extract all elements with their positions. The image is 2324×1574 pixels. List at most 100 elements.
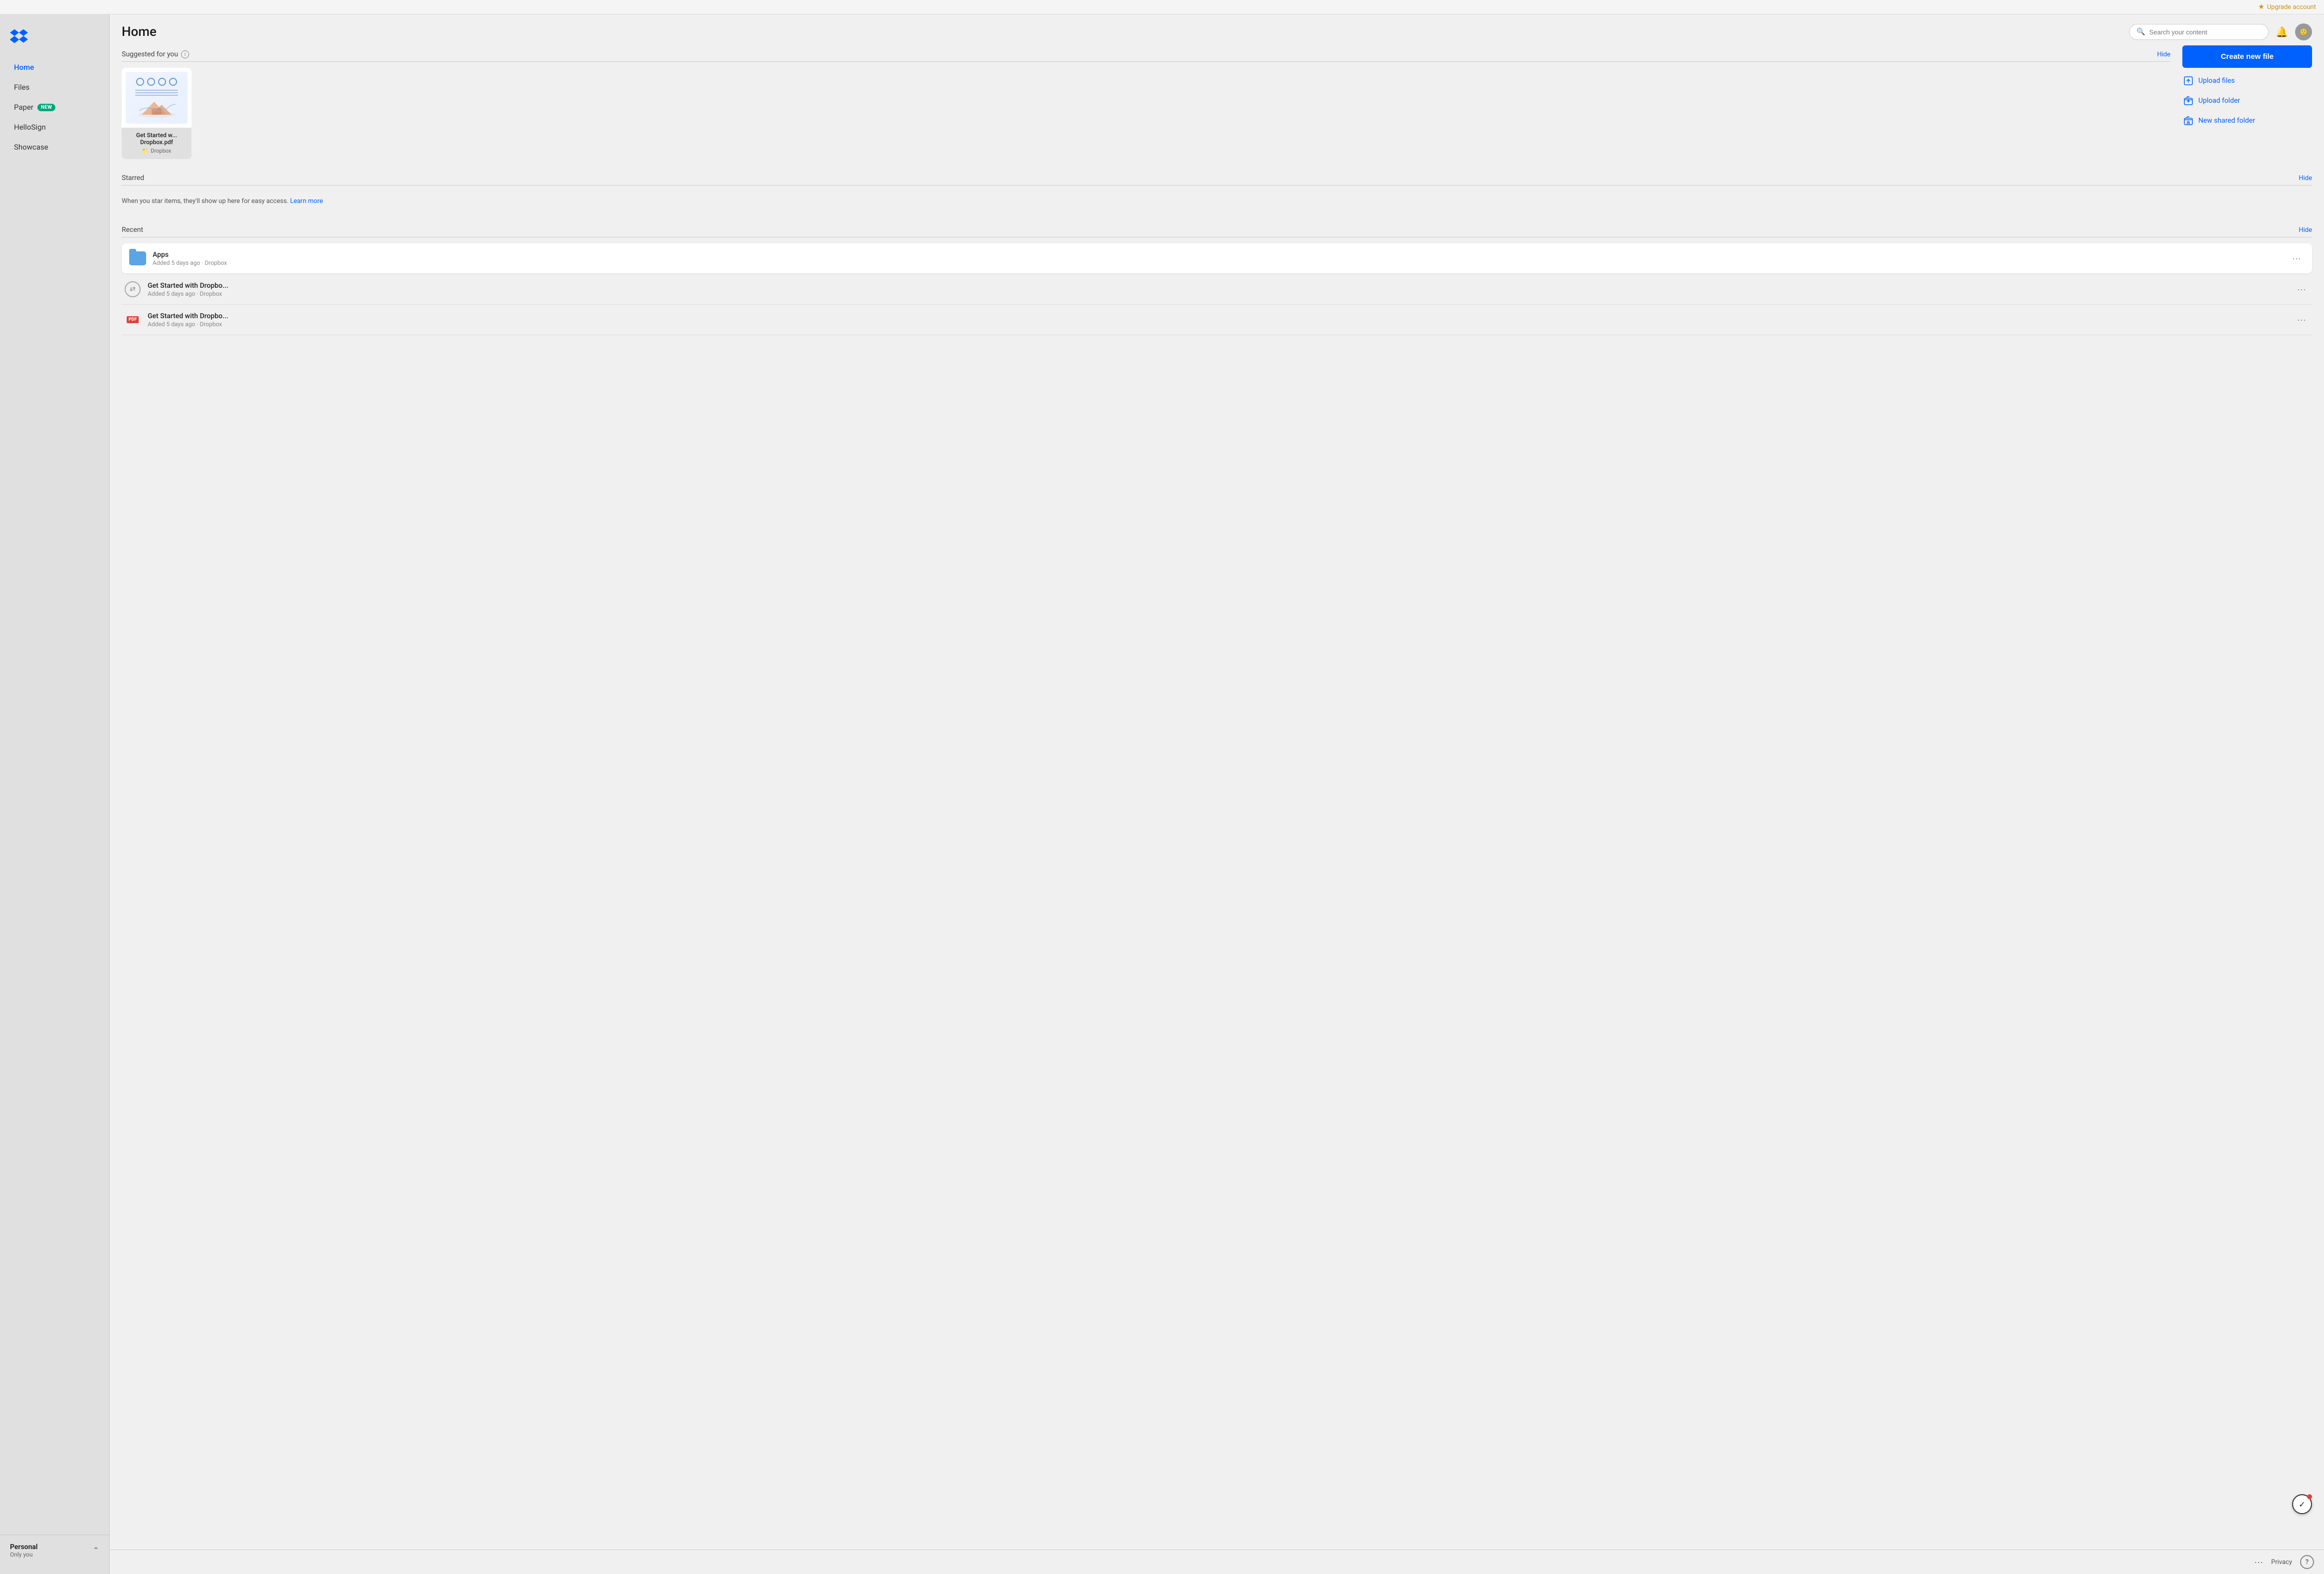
star-icon: ★ [2258,3,2265,11]
footer: ··· Privacy ? [110,1550,2324,1574]
recent-hide-link[interactable]: Hide [2299,226,2312,234]
recent-title-text: Recent [122,226,143,234]
footer-privacy-label: Privacy [2271,1559,2292,1566]
footer-help-label: ? [2306,1559,2309,1566]
recent-icon-folder [129,249,147,267]
thumb-dots [136,78,177,86]
recent-list: Apps Added 5 days ago · Dropbox ··· ⇄ Ge… [122,243,2312,335]
sidebar-account-sub: Only you [10,1551,38,1558]
starred-empty-text: When you star items, they'll show up her… [122,192,2312,211]
action-panel: Create new file Upload files [2182,45,2312,128]
sidebar-item-home[interactable]: Home [4,58,105,77]
recent-name-apps: Apps [153,251,2288,259]
sidebar-hellosign-label: HelloSign [14,123,46,132]
avatar-initials: 🙂 [2300,28,2308,35]
suggested-content: Get Started w... Dropbox.pdf 📁 Dropbox [122,68,2170,159]
sidebar-account-title: Personal [10,1543,38,1551]
upgrade-link[interactable]: ★ Upgrade account [2258,3,2316,11]
recent-more-apps[interactable]: ··· [2288,251,2305,266]
sidebar-bottom: Personal Only you ⌃ [0,1535,109,1566]
thumb-dot-4 [169,78,177,86]
sidebar-item-showcase[interactable]: Showcase [4,138,105,157]
starred-empty-message: When you star items, they'll show up her… [122,197,288,205]
check-notification-dot [2307,1494,2312,1499]
sidebar-bottom-controls: Personal Only you ⌃ [10,1543,99,1558]
create-new-file-button[interactable]: Create new file [2182,45,2312,68]
thumb-line-1 [135,90,178,91]
search-input[interactable] [2149,28,2262,36]
link-icon: ⇄ [125,281,141,297]
starred-title-text: Starred [122,174,144,182]
starred-hide-link[interactable]: Hide [2299,175,2312,182]
recent-more-link[interactable]: ··· [2293,282,2310,297]
floating-check-button[interactable]: ✓ [2292,1494,2312,1514]
sidebar-paper-label: Paper [14,103,33,112]
upload-folder-link[interactable]: Upload folder [2182,94,2312,108]
file-location-text: Dropbox [151,148,171,154]
info-icon: i [181,50,189,58]
avatar[interactable]: 🙂 [2295,23,2312,40]
search-icon: 🔍 [2136,28,2145,36]
recent-more-pdf[interactable]: ··· [2293,313,2310,327]
recent-sub-link: Added 5 days ago · Dropbox [148,290,2293,297]
folder-icon [129,251,146,265]
file-thumb-inner [126,72,188,124]
new-shared-folder-link[interactable]: New shared folder [2182,114,2312,128]
thumb-line-2 [135,92,178,93]
suggested-file-card[interactable]: Get Started w... Dropbox.pdf 📁 Dropbox [122,68,192,159]
file-name: Get Started w... Dropbox.pdf [127,132,187,146]
recent-sub-apps: Added 5 days ago · Dropbox [153,259,2288,266]
new-shared-folder-icon [2183,116,2193,126]
content-body: Suggested for you i Hide [110,45,2324,1550]
recent-item-pdf[interactable]: PDF Get Started with Dropbo... Added 5 d… [122,305,2312,335]
suggested-left: Suggested for you i Hide [122,45,2170,159]
upload-files-label: Upload files [2198,77,2235,85]
search-bar[interactable]: 🔍 [2129,24,2269,40]
suggested-header: Suggested for you i Hide [122,45,2170,62]
recent-item-link[interactable]: ⇄ Get Started with Dropbo... Added 5 day… [122,274,2312,305]
recent-header: Recent Hide [122,221,2312,237]
top-bar: ★ Upgrade account [0,0,2324,14]
learn-more-link[interactable]: Learn more [290,197,323,205]
thumb-dot-3 [158,78,166,86]
file-info: Get Started w... Dropbox.pdf 📁 Dropbox [122,128,192,159]
sidebar-item-files[interactable]: Files [4,78,105,97]
dropbox-logo-icon [10,27,28,45]
upload-folder-label: Upload folder [2198,97,2240,105]
footer-more-button[interactable]: ··· [2254,1557,2263,1568]
sidebar-item-hellosign[interactable]: HelloSign [4,118,105,137]
sidebar-account-info: Personal Only you [10,1543,38,1558]
thumb-dot-2 [147,78,155,86]
recent-meta-link: Get Started with Dropbo... Added 5 days … [148,282,2293,297]
recent-item-apps[interactable]: Apps Added 5 days ago · Dropbox ··· [122,243,2312,273]
thumb-lines [135,90,178,96]
page-title: Home [122,24,157,39]
file-location: 📁 Dropbox [127,148,187,154]
recent-sub-pdf: Added 5 days ago · Dropbox [148,321,2293,328]
upload-files-icon [2183,76,2193,86]
header-right: 🔍 🔔 🙂 [2129,23,2312,40]
paper-new-badge: New [37,104,55,111]
content-area: Home 🔍 🔔 🙂 Suggested for you [110,14,2324,1574]
recent-name-link: Get Started with Dropbo... [148,282,2293,290]
sidebar-showcase-label: Showcase [14,143,48,152]
sidebar-item-paper[interactable]: Paper New [4,98,105,117]
sidebar: Home Files Paper New HelloSign Showcase … [0,14,110,1574]
sidebar-logo [0,22,109,57]
notification-button[interactable]: 🔔 [2276,26,2288,38]
file-thumbnail [122,68,192,128]
content-header: Home 🔍 🔔 🙂 [110,14,2324,45]
recent-meta-apps: Apps Added 5 days ago · Dropbox [153,251,2288,266]
starred-section: Starred Hide When you star items, they'l… [122,169,2312,211]
upload-files-link[interactable]: Upload files [2182,74,2312,88]
thumb-dot-1 [136,78,144,86]
suggested-hide-link[interactable]: Hide [2157,51,2170,58]
upload-folder-icon [2183,96,2193,106]
pdf-badge: PDF [127,316,139,323]
sidebar-collapse-button[interactable]: ⌃ [93,1546,99,1556]
sidebar-nav: Home Files Paper New HelloSign Showcase [0,57,109,1535]
upgrade-label: Upgrade account [2267,3,2316,11]
recent-name-pdf: Get Started with Dropbo... [148,312,2293,320]
folder-icon-sm: 📁 [142,148,149,154]
footer-help-button[interactable]: ? [2300,1555,2314,1569]
